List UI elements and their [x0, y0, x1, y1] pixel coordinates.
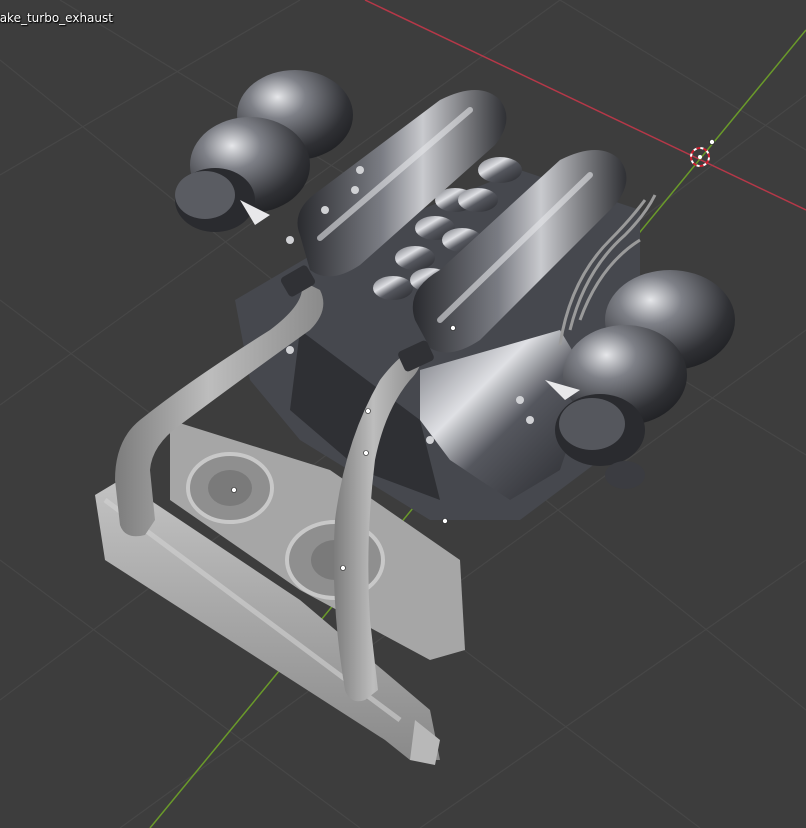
3d-cursor-icon[interactable] [690, 139, 715, 167]
active-object-label: take_turbo_exhaust [0, 11, 113, 25]
engine-model[interactable] [95, 70, 735, 765]
3d-viewport[interactable]: take_turbo_exhaust [0, 0, 806, 828]
viewport-canvas[interactable] [0, 0, 806, 828]
